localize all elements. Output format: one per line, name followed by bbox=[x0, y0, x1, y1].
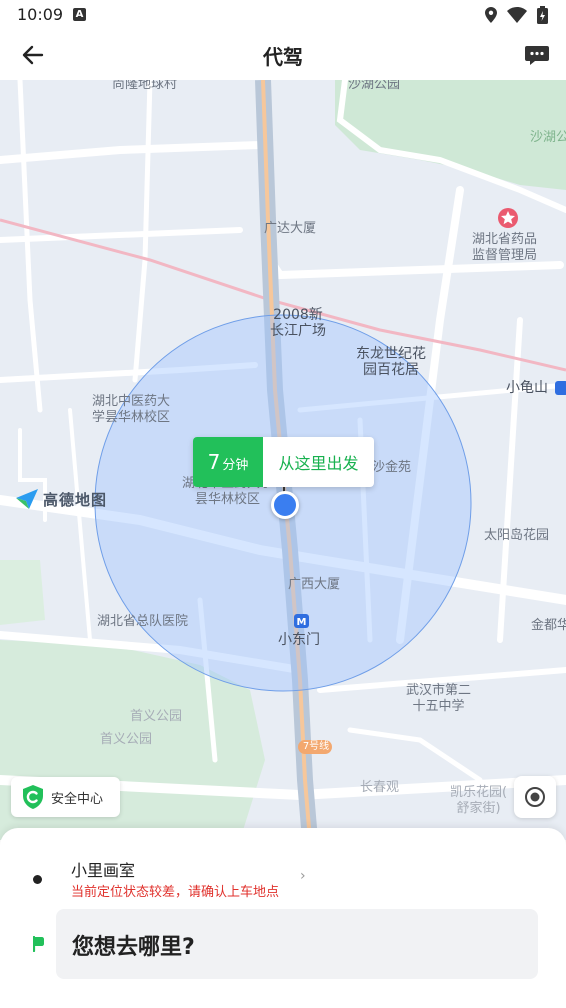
map-label-shouyi-park-2: 首义公园 bbox=[100, 732, 153, 747]
locate-icon bbox=[525, 787, 545, 807]
message-icon bbox=[525, 46, 549, 65]
map-label-dongsheng: 东龙世纪花 园百花居 bbox=[356, 346, 426, 378]
map-label-xiaodongmen: 小东门 bbox=[278, 632, 320, 648]
pickup-location-pin bbox=[271, 491, 299, 519]
map-label-shanglong: 尚隆地球村 bbox=[112, 80, 178, 92]
notification-icon: A bbox=[73, 8, 86, 21]
wifi-icon bbox=[507, 7, 527, 23]
eta-unit: 分钟 bbox=[222, 458, 249, 473]
destination-flag-icon bbox=[33, 936, 44, 952]
destination-input[interactable]: 您想去哪里? bbox=[56, 909, 538, 979]
start-location-name[interactable]: 小里画室 bbox=[71, 857, 135, 881]
message-button[interactable] bbox=[524, 42, 550, 68]
destination-placeholder: 您想去哪里? bbox=[72, 935, 195, 960]
map-label-kaile: 凯乐花园( 舒家街) bbox=[450, 785, 508, 816]
amap-logo: 高德地图 bbox=[14, 488, 107, 510]
map-label-drug-admin: 湖北省药品 监督管理局 bbox=[472, 232, 538, 263]
map-view[interactable]: M 尚隆地球村 沙湖公园 沙湖公 广达大厦 湖北省药品 监督管理局 2008新 … bbox=[0, 80, 566, 840]
locate-button[interactable] bbox=[514, 776, 556, 818]
amap-logo-icon bbox=[16, 489, 38, 509]
metro-line-badge: 7号线 bbox=[302, 741, 330, 752]
map-label-shahu-park: 沙湖公园 bbox=[348, 80, 401, 92]
trip-sheet: 小里画室 当前定位状态较差，请确认上车地点 › 您想去哪里? bbox=[0, 828, 566, 1008]
map-label-tcm-univ: 湖北中医药大 学昙华林校区 bbox=[92, 394, 171, 425]
page-title: 代驾 bbox=[263, 45, 303, 69]
svg-text:M: M bbox=[297, 617, 307, 628]
status-bar: 10:09 A bbox=[0, 0, 566, 30]
map-label-guangda: 广达大厦 bbox=[264, 221, 317, 236]
safety-center-button[interactable]: 安全中心 bbox=[11, 777, 120, 817]
map-label-jindu: 金都华 bbox=[531, 618, 566, 633]
pickup-callout[interactable]: 7 分钟 从这里出发 bbox=[193, 437, 374, 487]
status-time: 10:09 bbox=[17, 5, 64, 24]
status-icons bbox=[485, 6, 548, 24]
eta-badge: 7 分钟 bbox=[193, 437, 263, 487]
map-label-shahu: 沙湖公 bbox=[530, 130, 566, 145]
map-label-shouyi-park-1: 首义公园 bbox=[130, 709, 183, 724]
location-status-icon bbox=[485, 7, 497, 23]
eta-minutes: 7 bbox=[207, 450, 221, 474]
map-label-zongdui: 湖北省总队医院 bbox=[97, 614, 189, 629]
map-label-no25-school: 武汉市第二 十五中学 bbox=[406, 683, 472, 714]
start-here-button[interactable]: 从这里出发 bbox=[263, 437, 374, 487]
chevron-right-icon[interactable]: › bbox=[300, 868, 306, 884]
amap-logo-text: 高德地图 bbox=[43, 490, 108, 509]
shield-icon bbox=[23, 785, 43, 809]
location-warning-text: 当前定位状态较差，请确认上车地点 bbox=[71, 885, 280, 900]
map-label-changchun: 长春观 bbox=[360, 780, 400, 795]
map-label-taiyangdao: 太阳岛花园 bbox=[484, 528, 550, 543]
map-label-changjiang: 2008新 长江广场 bbox=[270, 307, 326, 339]
map-label-shajinyuan: 沙金苑 bbox=[372, 460, 412, 475]
safety-center-label: 安全中心 bbox=[51, 791, 104, 807]
battery-icon bbox=[537, 6, 548, 24]
app-header: 代驾 bbox=[0, 30, 566, 80]
map-label-guangxi: 广西大厦 bbox=[288, 577, 341, 592]
start-point-icon bbox=[33, 875, 42, 884]
map-label-xiaoguishan: 小龟山 bbox=[506, 380, 548, 396]
